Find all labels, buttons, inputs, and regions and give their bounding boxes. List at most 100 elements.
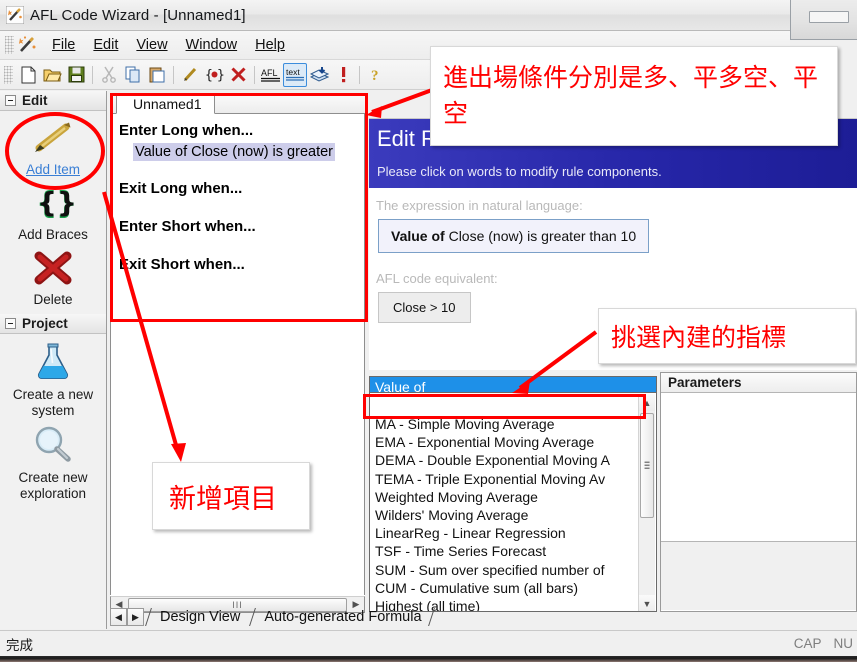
menu-item-window[interactable]: Window	[177, 34, 247, 56]
menu-item-edit[interactable]: Edit	[84, 34, 127, 56]
sidebar-group-project-title: Project	[22, 316, 68, 331]
copy-icon[interactable]	[121, 63, 145, 87]
sidebar-item-create-exploration[interactable]: Create new exploration	[0, 421, 106, 504]
background-window-fragment[interactable]	[790, 0, 857, 40]
combo-option-linreg[interactable]: LinearReg - Linear Regression	[370, 524, 656, 542]
expression-box[interactable]: Value of Close (now) is greater than 10	[378, 219, 650, 253]
tab-design-view[interactable]: Design View	[146, 607, 250, 627]
tree-row[interactable]: Enter Long when...	[111, 120, 364, 141]
new-icon[interactable]	[16, 63, 40, 87]
tab-auto-generated-formula[interactable]: Auto-generated Formula	[250, 607, 431, 627]
afl-icon[interactable]: AFL	[259, 63, 283, 87]
svg-text:?: ?	[371, 68, 379, 83]
svg-text:text: text	[286, 67, 300, 77]
delete-x-icon	[30, 251, 76, 290]
braces-icon: { } { }	[30, 186, 77, 225]
tab-nav-next[interactable]: ▶	[127, 608, 144, 626]
document-tabstrip: Unnamed1	[110, 93, 365, 114]
menu-item-help[interactable]: Help	[246, 34, 294, 56]
pencil-icon[interactable]	[178, 63, 202, 87]
alert-icon[interactable]	[331, 63, 355, 87]
document-tab-label: Unnamed1	[133, 96, 202, 112]
export-icon[interactable]	[307, 63, 331, 87]
cut-icon[interactable]	[97, 63, 121, 87]
pencil-icon	[30, 121, 76, 160]
combo-option-cum[interactable]: CUM - Cumulative sum (all bars)	[370, 579, 656, 597]
help-icon[interactable]: ?	[364, 63, 388, 87]
collapse-icon[interactable]	[5, 318, 16, 329]
rule-editor-title: Edit R	[377, 126, 437, 151]
sidebar-group-edit-header[interactable]: Edit	[0, 91, 106, 111]
status-badge-num: NU	[833, 636, 854, 651]
combo-option-dema[interactable]: DEMA - Double Exponential Moving A	[370, 451, 656, 469]
combo-option-tsf[interactable]: TSF - Time Series Forecast	[370, 542, 656, 560]
menubar-grip[interactable]	[5, 36, 14, 54]
sidebar-item-delete[interactable]: Delete	[0, 245, 106, 310]
tree-node-exit-long: Exit Long when...	[119, 180, 243, 197]
natural-language-label: The expression in natural language:	[376, 198, 583, 213]
sidebar-item-create-system-label: Create a new system	[12, 387, 94, 418]
menu-item-file[interactable]: File	[43, 34, 84, 56]
rule-editor-subtitle: Please click on words to modify rule com…	[377, 164, 662, 179]
combo-option-ma[interactable]: MA - Simple Moving Average	[370, 415, 656, 434]
tree-node-enter-long: Enter Long when...	[119, 122, 254, 139]
sidebar-group-project-header[interactable]: Project	[0, 314, 106, 334]
save-icon[interactable]	[64, 63, 88, 87]
tab-nav-prev[interactable]: ◀	[110, 608, 127, 626]
sidebar-item-add-braces-label: Add Braces	[18, 227, 88, 242]
tree-row[interactable]: Enter Short when...	[111, 216, 364, 237]
rule-tree-pane: Unnamed1 Enter Long when... Value of Clo…	[110, 93, 365, 613]
indicator-combobox: Value of MA - Simple Moving Average EMA …	[369, 376, 657, 612]
text-icon[interactable]: text	[283, 62, 307, 87]
parameters-list[interactable]	[661, 393, 856, 541]
tree-node-exit-short: Exit Short when...	[119, 256, 245, 273]
expression-rest-part[interactable]: Close (now) is greater than 10	[445, 228, 637, 244]
document-tab-unnamed1[interactable]: Unnamed1	[116, 94, 215, 114]
status-message: 完成	[6, 637, 33, 653]
sidebar-item-add-item[interactable]: Add Item	[0, 111, 106, 180]
collapse-icon[interactable]	[5, 95, 16, 106]
scroll-up-arrow-icon[interactable]: ▲	[639, 394, 655, 411]
combo-option-wilders[interactable]: Wilders' Moving Average	[370, 506, 656, 524]
annotation-add-item: 新增項目	[152, 462, 310, 530]
background-window-control[interactable]	[809, 11, 849, 23]
open-icon[interactable]	[40, 63, 64, 87]
svg-text:{: {	[37, 186, 57, 219]
tree-child-node-selected[interactable]: Value of Close (now) is greater	[133, 143, 335, 161]
combo-option-sum[interactable]: SUM - Sum over specified number of	[370, 561, 656, 579]
menu-item-view[interactable]: View	[127, 34, 176, 56]
delete-icon[interactable]	[226, 63, 250, 87]
scroll-thumb[interactable]: ━ ━ ━	[640, 413, 654, 518]
tab-auto-generated-formula-label: Auto-generated Formula	[264, 609, 422, 625]
sidebar-item-add-item-label: Add Item	[25, 162, 81, 177]
menubar-wizard-icon	[17, 35, 39, 55]
tree-row[interactable]: Exit Long when...	[111, 178, 364, 199]
annotation-entry-exit-text: 進出場條件分別是多、平多空、平空	[443, 63, 819, 128]
sidebar-item-create-exploration-label: Create new exploration	[18, 470, 88, 501]
combobox-vertical-scrollbar[interactable]: ▲ ━ ━ ━ ▼	[638, 394, 655, 611]
annotation-add-item-text: 新增項目	[169, 483, 277, 515]
combo-option-ema[interactable]: EMA - Exponential Moving Average	[370, 433, 656, 451]
status-badge-cap: CAP	[793, 636, 822, 651]
toolbar-separator	[92, 65, 93, 84]
svg-text:}: }	[57, 186, 76, 219]
tree-row[interactable]: Exit Short when...	[111, 254, 364, 275]
menu-window-label: Window	[185, 37, 238, 53]
combo-option-wma[interactable]: Weighted Moving Average	[370, 488, 656, 506]
paste-icon[interactable]	[145, 63, 169, 87]
toolbar-grip[interactable]	[4, 65, 13, 84]
parameters-header: Parameters	[661, 373, 856, 393]
sidebar-item-create-system[interactable]: Create a new system	[0, 334, 106, 421]
afl-code-label: AFL code equivalent:	[376, 271, 498, 286]
sidebar-item-delete-label: Delete	[33, 292, 73, 307]
menu-help-label: Help	[255, 37, 285, 53]
combo-option-tema[interactable]: TEMA - Triple Exponential Moving Av	[370, 470, 656, 488]
expression-bold-part[interactable]: Value of	[391, 228, 445, 244]
braces-icon[interactable]: {}	[202, 63, 226, 87]
afl-code-box: Close > 10	[378, 292, 471, 323]
sidebar-item-add-braces[interactable]: { } { } Add Braces	[0, 180, 106, 245]
combobox-option-list[interactable]: MA - Simple Moving Average EMA - Exponen…	[369, 392, 657, 612]
tab-design-view-label: Design View	[160, 609, 241, 625]
parameters-pane: Parameters	[660, 372, 857, 612]
statusbar: 完成 CAP NU	[0, 630, 857, 656]
